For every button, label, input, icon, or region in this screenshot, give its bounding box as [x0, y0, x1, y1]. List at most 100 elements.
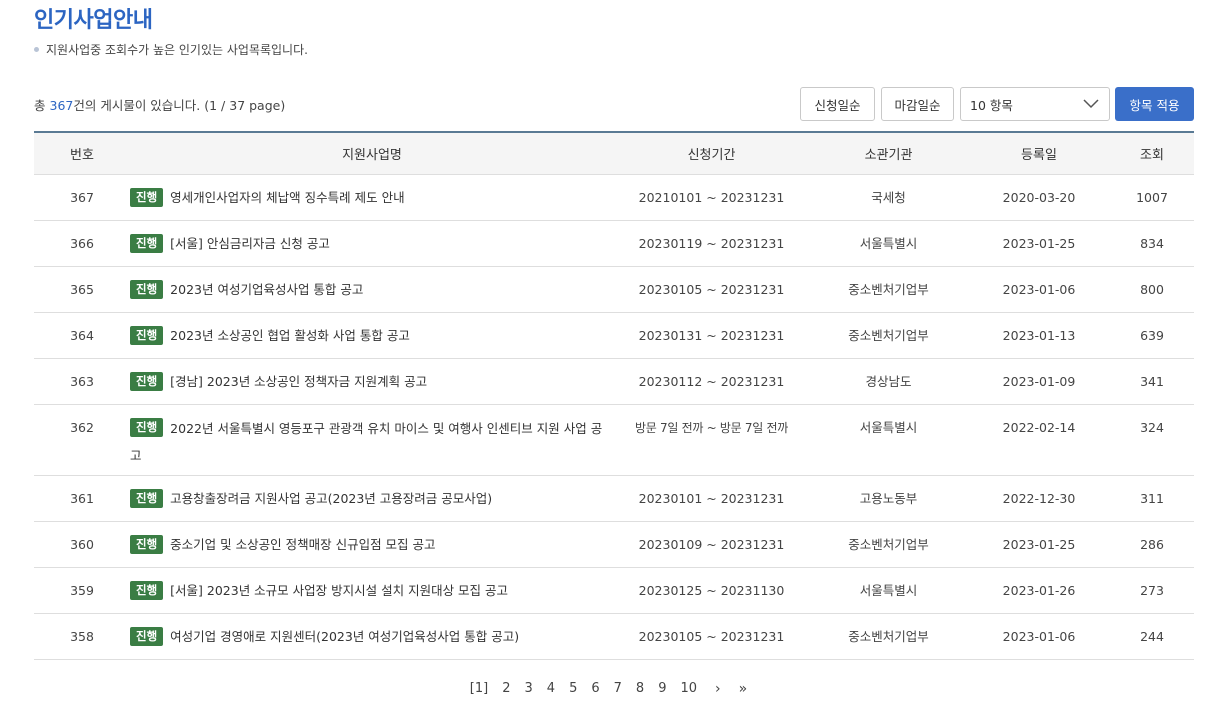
page-link[interactable]: 10: [680, 681, 697, 697]
row-number: 360: [34, 521, 130, 568]
row-views: 341: [1110, 358, 1194, 405]
header-title: 지원사업명: [130, 132, 614, 175]
sort-by-deadline-button[interactable]: 마감일순: [881, 87, 954, 121]
summary-suffix: 건의 게시물이 있습니다. (1 / 37 page): [73, 98, 286, 113]
apply-page-size-button[interactable]: 항목 적용: [1115, 87, 1194, 121]
row-agency: 중소벤처기업부: [809, 266, 968, 313]
row-title-cell: 진행 2022년 서울특별시 영등포구 관광객 유치 마이스 및 여행사 인센티브…: [130, 404, 614, 476]
chevron-down-icon: [1083, 99, 1099, 109]
row-period: 20230125 ~ 20231130: [614, 567, 809, 614]
table-row: 362 진행 2022년 서울특별시 영등포구 관광객 유치 마이스 및 여행사 …: [34, 404, 1194, 476]
row-title-link[interactable]: [경남] 2023년 소상공인 정책자금 지원계획 공고: [170, 374, 427, 389]
page-link[interactable]: 7: [614, 681, 622, 697]
row-number: 362: [34, 404, 130, 476]
row-title-cell: 진행 영세개인사업자의 체납액 징수특례 제도 안내: [130, 174, 614, 221]
row-title-link[interactable]: [서울] 2023년 소규모 사업장 방지시설 설치 지원대상 모집 공고: [170, 583, 508, 598]
row-period: 20230105 ~ 20231231: [614, 266, 809, 313]
row-number: 363: [34, 358, 130, 405]
page-link[interactable]: 8: [636, 681, 644, 697]
row-title-link[interactable]: 2023년 여성기업육성사업 통합 공고: [170, 282, 363, 297]
status-badge: 진행: [130, 417, 164, 437]
row-title-link[interactable]: [서울] 안심금리자금 신청 공고: [170, 236, 330, 251]
table-row: 364 진행 2023년 소상공인 협업 활성화 사업 통합 공고 2023013…: [34, 312, 1194, 359]
page-title: 인기사업안내: [34, 8, 153, 33]
row-title-link[interactable]: 영세개인사업자의 체납액 징수특례 제도 안내: [170, 190, 404, 205]
page-link[interactable]: 9: [658, 681, 666, 697]
row-date: 2022-02-14: [968, 404, 1110, 476]
row-views: 1007: [1110, 174, 1194, 221]
row-views: 273: [1110, 567, 1194, 614]
row-number: 361: [34, 475, 130, 522]
row-title-link[interactable]: 2023년 소상공인 협업 활성화 사업 통합 공고: [170, 328, 410, 343]
last-page-icon[interactable]: »: [739, 681, 748, 697]
row-number: 358: [34, 613, 130, 660]
status-badge: 진행: [130, 279, 164, 299]
row-number: 359: [34, 567, 130, 614]
row-title-link[interactable]: 여성기업 경영애로 지원센터(2023년 여성기업육성사업 통합 공고): [170, 629, 519, 644]
page-link[interactable]: 2: [502, 681, 510, 697]
result-summary: 총 367건의 게시물이 있습니다. (1 / 37 page): [34, 95, 285, 114]
row-period: 20230119 ~ 20231231: [614, 220, 809, 267]
page-link[interactable]: 4: [547, 681, 555, 697]
table-row: 360 진행 중소기업 및 소상공인 정책매장 신규입점 모집 공고 202301…: [34, 521, 1194, 568]
header-date: 등록일: [968, 132, 1110, 175]
row-title-link[interactable]: 중소기업 및 소상공인 정책매장 신규입점 모집 공고: [170, 537, 435, 552]
list-toolbar: 신청일순 마감일순 10 항목 항목 적용: [800, 87, 1194, 121]
business-list-table: 번호 지원사업명 신청기간 소관기관 등록일 조회 367 진행 영세개인사업자의…: [34, 131, 1194, 660]
row-title-link[interactable]: 고용창출장려금 지원사업 공고(2023년 고용장려금 공모사업): [170, 491, 492, 506]
status-badge: 진행: [130, 187, 164, 207]
row-title-link[interactable]: 2022년 서울특별시 영등포구 관광객 유치 마이스 및 여행사 인센티브 지…: [130, 421, 602, 463]
page-link[interactable]: 5: [569, 681, 577, 697]
row-date: 2023-01-25: [968, 220, 1110, 267]
status-badge: 진행: [130, 534, 164, 554]
row-views: 244: [1110, 613, 1194, 660]
row-period: 방문 7일 전까 ~ 방문 7일 전까: [614, 404, 809, 476]
row-date: 2023-01-09: [968, 358, 1110, 405]
row-date: 2023-01-13: [968, 312, 1110, 359]
row-title-cell: 진행 2023년 소상공인 협업 활성화 사업 통합 공고: [130, 312, 614, 359]
table-header-row: 번호 지원사업명 신청기간 소관기관 등록일 조회: [34, 132, 1194, 175]
summary-count: 367: [49, 98, 74, 113]
page-description: 지원사업중 조회수가 높은 인기있는 사업목록입니다.: [34, 41, 308, 58]
row-number: 367: [34, 174, 130, 221]
row-period: 20230109 ~ 20231231: [614, 521, 809, 568]
row-period: 20230101 ~ 20231231: [614, 475, 809, 522]
row-title-cell: 진행 여성기업 경영애로 지원센터(2023년 여성기업육성사업 통합 공고): [130, 613, 614, 660]
row-period: 20230105 ~ 20231231: [614, 613, 809, 660]
row-date: 2022-12-30: [968, 475, 1110, 522]
row-number: 365: [34, 266, 130, 313]
row-agency: 서울특별시: [809, 567, 968, 614]
page-current[interactable]: [1]: [470, 681, 488, 697]
row-title-cell: 진행 [서울] 2023년 소규모 사업장 방지시설 설치 지원대상 모집 공고: [130, 567, 614, 614]
row-views: 639: [1110, 312, 1194, 359]
next-page-icon[interactable]: ›: [715, 681, 721, 697]
row-date: 2023-01-26: [968, 567, 1110, 614]
page-size-select[interactable]: 10 항목: [960, 87, 1110, 121]
table-row: 363 진행 [경남] 2023년 소상공인 정책자금 지원계획 공고 20230…: [34, 358, 1194, 405]
row-agency: 중소벤처기업부: [809, 613, 968, 660]
status-badge: 진행: [130, 371, 164, 391]
row-views: 311: [1110, 475, 1194, 522]
row-title-cell: 진행 [경남] 2023년 소상공인 정책자금 지원계획 공고: [130, 358, 614, 405]
row-date: 2023-01-25: [968, 521, 1110, 568]
row-period: 20230112 ~ 20231231: [614, 358, 809, 405]
page-size-selected-value: 10 항목: [970, 97, 1013, 113]
header-views: 조회: [1110, 132, 1194, 175]
row-agency: 고용노동부: [809, 475, 968, 522]
row-date: 2020-03-20: [968, 174, 1110, 221]
page-link[interactable]: 6: [591, 681, 599, 697]
row-agency: 서울특별시: [809, 220, 968, 267]
table-row: 366 진행 [서울] 안심금리자금 신청 공고 20230119 ~ 20231…: [34, 220, 1194, 267]
sort-by-apply-date-button[interactable]: 신청일순: [800, 87, 875, 121]
row-number: 364: [34, 312, 130, 359]
row-period: 20210101 ~ 20231231: [614, 174, 809, 221]
status-badge: 진행: [130, 233, 164, 253]
row-views: 834: [1110, 220, 1194, 267]
status-badge: 진행: [130, 626, 164, 646]
summary-prefix: 총: [34, 98, 46, 113]
table-row: 359 진행 [서울] 2023년 소규모 사업장 방지시설 설치 지원대상 모집…: [34, 567, 1194, 614]
row-agency: 서울특별시: [809, 404, 968, 476]
row-title-cell: 진행 중소기업 및 소상공인 정책매장 신규입점 모집 공고: [130, 521, 614, 568]
row-agency: 중소벤처기업부: [809, 312, 968, 359]
page-link[interactable]: 3: [525, 681, 533, 697]
